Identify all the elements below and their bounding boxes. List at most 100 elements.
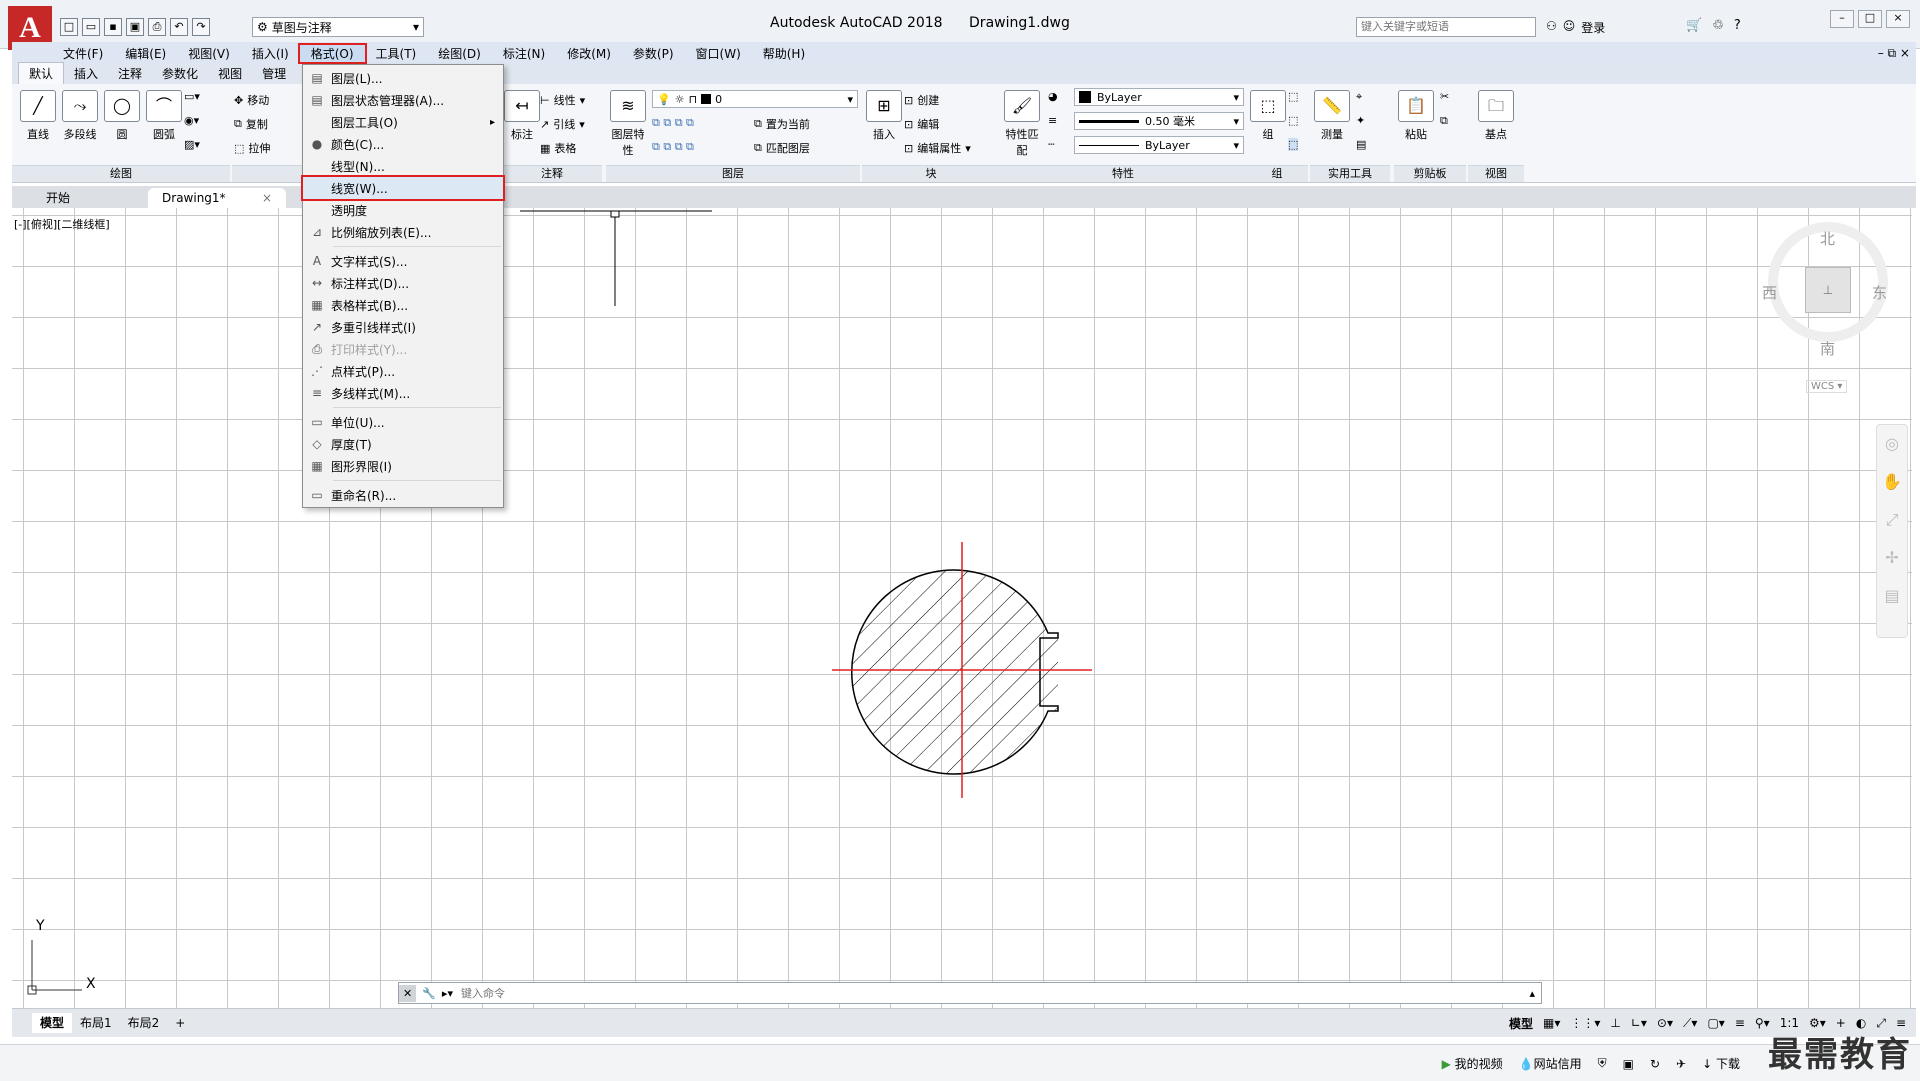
format-menu-item[interactable]: ↔ 标注样式(D)... <box>303 272 503 294</box>
format-menu-item[interactable]: 透明度 <box>303 199 503 221</box>
wcs-menu[interactable]: WCS ▾ <box>1806 380 1848 393</box>
dim-style-icon: ↔ <box>311 276 323 290</box>
compass-south[interactable]: 南 <box>1820 338 1835 359</box>
format-menu-item[interactable]: 线型(N)... <box>303 155 503 177</box>
format-menu-item-label: 比例缩放列表(E)... <box>331 225 432 240</box>
ortho-icon[interactable]: ∟▾ <box>1631 1016 1647 1030</box>
layout-tab-1[interactable]: 布局1 <box>72 1013 120 1033</box>
units-icon: ▭ <box>311 415 323 429</box>
format-menu-item[interactable]: ⊿ 比例缩放列表(E)... <box>303 221 503 243</box>
format-menu-item[interactable]: ● 颜色(C)... <box>303 133 503 155</box>
menu-separator <box>333 246 501 247</box>
add-layout-button[interactable]: + <box>167 1013 193 1033</box>
color-wheel-icon: ● <box>311 137 323 151</box>
compass-west[interactable]: 西 <box>1762 282 1777 303</box>
plane-icon[interactable]: ✈ <box>1676 1057 1686 1071</box>
mleader-style-icon: ↗ <box>311 320 323 334</box>
scale-list-icon: ⊿ <box>311 225 323 239</box>
format-menu-item[interactable]: ↗ 多重引线样式(I) <box>303 316 503 338</box>
layers-icon: ▤ <box>311 71 323 85</box>
format-menu-item[interactable]: ▦ 图形界限(I) <box>303 455 503 477</box>
text-style-icon: A <box>312 254 322 268</box>
zoom-icon[interactable]: ⤢ <box>1877 501 1907 539</box>
command-prompt-icon: ▸▾ <box>441 986 453 1000</box>
watermark-text: 最需教育 <box>1768 1035 1912 1075</box>
layout-tab-2[interactable]: 布局2 <box>120 1013 168 1033</box>
format-menu-item-label: 线型(N)... <box>331 159 385 174</box>
infer-constraints-icon[interactable]: ⊥ <box>1610 1016 1620 1030</box>
format-menu-item-label: 颜色(C)... <box>331 137 385 152</box>
format-menu-item[interactable]: ◇ 厚度(T) <box>303 433 503 455</box>
format-menu-item-label: 图层(L)... <box>331 71 383 86</box>
lineweight-toggle-icon[interactable]: ≡ <box>1735 1016 1745 1030</box>
format-menu-item[interactable]: ▭ 重命名(R)... <box>303 484 503 506</box>
format-menu-item-label: 表格样式(B)... <box>331 298 409 313</box>
format-menu-item[interactable]: ⋰ 点样式(P)... <box>303 360 503 382</box>
table-style-icon: ▦ <box>311 298 323 312</box>
droplet-icon: 💧 <box>1518 1057 1534 1071</box>
format-menu-item: ⎙ 打印样式(Y)... <box>303 338 503 360</box>
ucs-x-label: X <box>86 976 96 992</box>
format-menu-item-label: 图形界限(I) <box>331 459 392 474</box>
compass-north[interactable]: 北 <box>1820 228 1835 249</box>
format-menu-item[interactable]: ▭ 单位(U)... <box>303 411 503 433</box>
navigation-bar: ◎ ✋ ⤢ ✢ ▤ <box>1876 424 1908 638</box>
play-icon: ▶ <box>1441 1057 1455 1071</box>
format-menu-item[interactable]: 图层工具(O) ▸ <box>303 111 503 133</box>
shield-icon[interactable]: ⛨ <box>1598 1056 1607 1071</box>
menu-separator <box>333 480 501 481</box>
wrench-icon[interactable]: 🔧 <box>422 987 436 1000</box>
status-bar: 模型 布局1 布局2 + 模型 ▦▾ ⋮⋮▾ ⊥ ∟▾ ⊙▾ ⟋▾ ▢▾ ≡ ⚲… <box>12 1008 1916 1037</box>
site-credit-label: 网站信用 <box>1533 1057 1582 1071</box>
compass-east[interactable]: 东 <box>1872 282 1887 303</box>
viewcube-face[interactable]: ⊥ <box>1805 267 1851 313</box>
steering-wheel-icon[interactable]: ◎ <box>1877 425 1907 463</box>
layout-tab-model[interactable]: 模型 <box>32 1013 73 1033</box>
chevron-up-icon[interactable]: ▴ <box>1529 987 1535 1000</box>
format-menu-item-label: 标注样式(D)... <box>331 276 410 291</box>
format-menu-item[interactable]: ▦ 表格样式(B)... <box>303 294 503 316</box>
snap-icon[interactable]: ⋮⋮▾ <box>1570 1016 1600 1030</box>
drawing-geometry <box>27 71 1092 995</box>
format-menu-item-label: 多重引线样式(I) <box>331 320 416 335</box>
format-menu-item[interactable]: ▤ 图层状态管理器(A)... <box>303 89 503 111</box>
download-label: 下载 <box>1715 1057 1740 1071</box>
format-menu-dropdown: ▤ 图层(L)... ▤ 图层状态管理器(A)... 图层工具(O) ▸ ● 颜色(C)...… <box>301 64 505 508</box>
format-menu-item-label: 重命名(R)... <box>331 488 397 503</box>
my-videos-label: 我的视频 <box>1454 1057 1503 1071</box>
model-space-button[interactable]: 模型 <box>1509 1015 1533 1032</box>
format-menu-item[interactable]: 线宽(W)... <box>301 175 505 201</box>
picture-icon[interactable]: ▣ <box>1623 1057 1634 1071</box>
format-menu-item-label: 单位(U)... <box>331 415 385 430</box>
system-taskbar: ▶ 我的视频 💧网站信用 ⛨ ▣ ↻ ✈ ↓ 下载 <box>0 1044 1920 1081</box>
partial-marker <box>610 210 620 218</box>
format-menu-item-label: 透明度 <box>331 203 368 218</box>
orbit-icon[interactable]: ✢ <box>1877 539 1907 577</box>
site-credit-link[interactable]: 💧网站信用 <box>1519 1055 1582 1072</box>
layer-state-icon: ▤ <box>311 93 323 107</box>
plot-style-icon: ⎙ <box>312 341 322 356</box>
showmotion-icon[interactable]: ▤ <box>1877 577 1907 615</box>
isodraft-icon[interactable]: ⟋▾ <box>1683 1016 1697 1031</box>
format-menu-item[interactable]: A 文字样式(S)... <box>303 250 503 272</box>
polar-icon[interactable]: ⊙▾ <box>1657 1016 1673 1030</box>
close-icon[interactable]: ✕ <box>399 984 417 1002</box>
viewcube[interactable]: ⊥ 北 南 东 西 WCS ▾ <box>1762 222 1888 393</box>
format-menu-item-label: 打印样式(Y)... <box>331 342 408 357</box>
osnap-icon[interactable]: ▢▾ <box>1707 1016 1724 1030</box>
download-link[interactable]: ↓ 下载 <box>1702 1055 1740 1072</box>
my-videos-link[interactable]: ▶ 我的视频 <box>1442 1055 1503 1072</box>
format-menu-item[interactable]: ▤ 图层(L)... <box>303 67 503 89</box>
format-menu-item[interactable]: ≡ 多线样式(M)... <box>303 382 503 404</box>
refresh-icon[interactable]: ↻ <box>1650 1057 1660 1071</box>
pan-hand-icon[interactable]: ✋ <box>1877 463 1907 501</box>
ucs-y-label: Y <box>36 918 45 934</box>
wcs-label: WCS <box>1811 381 1835 392</box>
command-line: ✕ 🔧 ▸▾ ▴ <box>398 982 1542 1004</box>
format-menu-item-label: 点样式(P)... <box>331 364 396 379</box>
mline-style-icon: ≡ <box>311 386 323 400</box>
format-menu-item-label: 图层工具(O) <box>331 115 398 130</box>
submenu-arrow-icon: ▸ <box>489 116 495 128</box>
grid-icon[interactable]: ▦▾ <box>1543 1016 1560 1030</box>
command-input[interactable] <box>458 985 1524 1001</box>
